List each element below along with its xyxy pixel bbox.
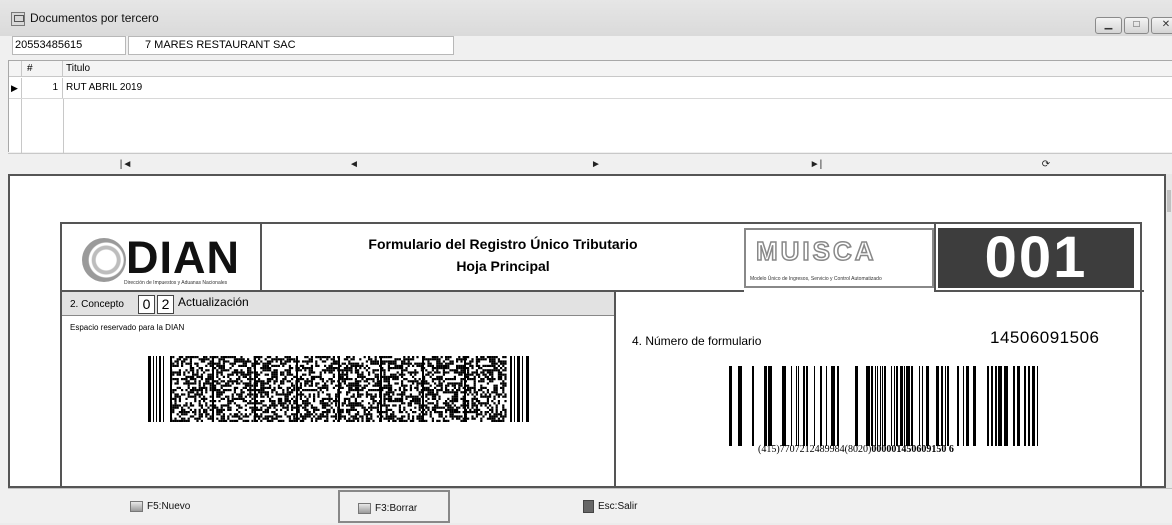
form-title-line1: Formulario del Registro Único Tributario: [368, 236, 638, 252]
document-preview: DIAN Dirección de Impuestos y Aduanas Na…: [8, 174, 1166, 488]
maximize-button[interactable]: □: [1124, 17, 1149, 34]
nuevo-button[interactable]: F5:Nuevo: [130, 490, 190, 523]
minimize-button[interactable]: ▁: [1095, 17, 1122, 34]
barcode-caption-plain: (415)7707212489984(8020): [758, 444, 872, 455]
app-icon: [11, 12, 25, 26]
nuevo-label: F5:Nuevo: [147, 501, 191, 512]
column-header-title[interactable]: Titulo: [64, 61, 464, 77]
bottom-toolbar: F5:Nuevo F3:Borrar Esc:Salir: [8, 488, 1172, 523]
first-record-button[interactable]: |◄: [111, 156, 141, 174]
dian-emblem-icon: [82, 238, 126, 282]
title-bar: Documentos por tercero ▁ □ ✕: [0, 0, 1172, 36]
barcode-caption: (415)7707212489984(8020)000001450609150 …: [758, 444, 954, 455]
tercero-id-field[interactable]: 20553485615: [12, 36, 126, 55]
record-navigator: |◄ ◄ ► ►| ⟳: [8, 153, 1172, 175]
refresh-icon[interactable]: ⟳: [1031, 156, 1061, 174]
borrar-button[interactable]: F3:Borrar: [338, 490, 450, 523]
tercero-name-field[interactable]: 7 MARES RESTAURANT SAC: [128, 36, 454, 55]
form-number-label: 4. Número de formulario: [632, 334, 762, 348]
delete-document-icon: [358, 502, 371, 514]
form-number-panel: 4. Número de formulario 14506091506 (415…: [614, 292, 1144, 486]
salir-label: Esc:Salir: [598, 501, 638, 512]
dian-logo: DIAN: [126, 232, 240, 283]
concept-digit-2: 2: [157, 295, 174, 314]
next-record-button[interactable]: ►: [581, 156, 611, 174]
documentos-window: Documentos por tercero ▁ □ ✕ 20553485615…: [0, 0, 1172, 523]
concept-label: 2. Concepto: [70, 299, 124, 310]
form-title: Formulario del Registro Único Tributario…: [262, 224, 744, 292]
row-selected-indicator-icon: ▶: [9, 78, 22, 98]
pdf417-barcode: [148, 356, 529, 422]
muisca-logo-box: MUISCA Modelo Único de Ingresos, Servici…: [744, 228, 934, 288]
muisca-logo: MUISCA: [755, 235, 877, 267]
column-header-number[interactable]: #: [23, 61, 63, 77]
window-title: Documentos por tercero: [30, 11, 159, 25]
scrollbar-thumb[interactable]: [1167, 190, 1171, 212]
grid-header: # Titulo: [9, 61, 1172, 77]
concept-bar: 2. Concepto 0 2 Actualización: [62, 292, 614, 316]
row-number-cell[interactable]: 1: [23, 78, 63, 98]
vertical-scrollbar[interactable]: [1166, 174, 1172, 488]
form-code: 001: [938, 228, 1134, 288]
new-document-icon: [130, 500, 143, 512]
last-record-button[interactable]: ►|: [801, 156, 831, 174]
barcode-caption-bold: 000001450609150 6: [871, 444, 954, 455]
previous-record-button[interactable]: ◄: [339, 156, 369, 174]
muisca-logo-subtitle: Modelo Único de Ingresos, Servicio y Con…: [750, 276, 882, 282]
rut-form: DIAN Dirección de Impuestos y Aduanas Na…: [60, 222, 1144, 486]
reserved-space-label: Espacio reservado para la DIAN: [70, 323, 185, 332]
form-title-line2: Hoja Principal: [456, 258, 550, 274]
concept-text: Actualización: [178, 295, 249, 309]
dian-logo-subtitle: Dirección de Impuestos y Aduanas Naciona…: [124, 280, 228, 286]
row-title-cell[interactable]: RUT ABRIL 2019: [64, 78, 144, 97]
row-indicator-column: [9, 99, 22, 153]
salir-button[interactable]: Esc:Salir: [583, 490, 637, 523]
documents-grid: # Titulo ▶ 1 RUT ABRIL 2019: [8, 60, 1172, 153]
dian-logo-box: DIAN Dirección de Impuestos y Aduanas Na…: [62, 224, 262, 292]
close-button[interactable]: ✕: [1151, 17, 1172, 34]
table-row[interactable]: ▶ 1 RUT ABRIL 2019: [9, 78, 1172, 99]
linear-barcode: [729, 366, 1038, 446]
number-column-empty: [23, 99, 64, 153]
row-indicator-header: [9, 61, 22, 77]
exit-door-icon: [583, 499, 594, 513]
borrar-label: F3:Borrar: [375, 503, 418, 514]
concept-digit-1: 0: [138, 295, 155, 314]
form-number-value: 14506091506: [990, 328, 1100, 347]
